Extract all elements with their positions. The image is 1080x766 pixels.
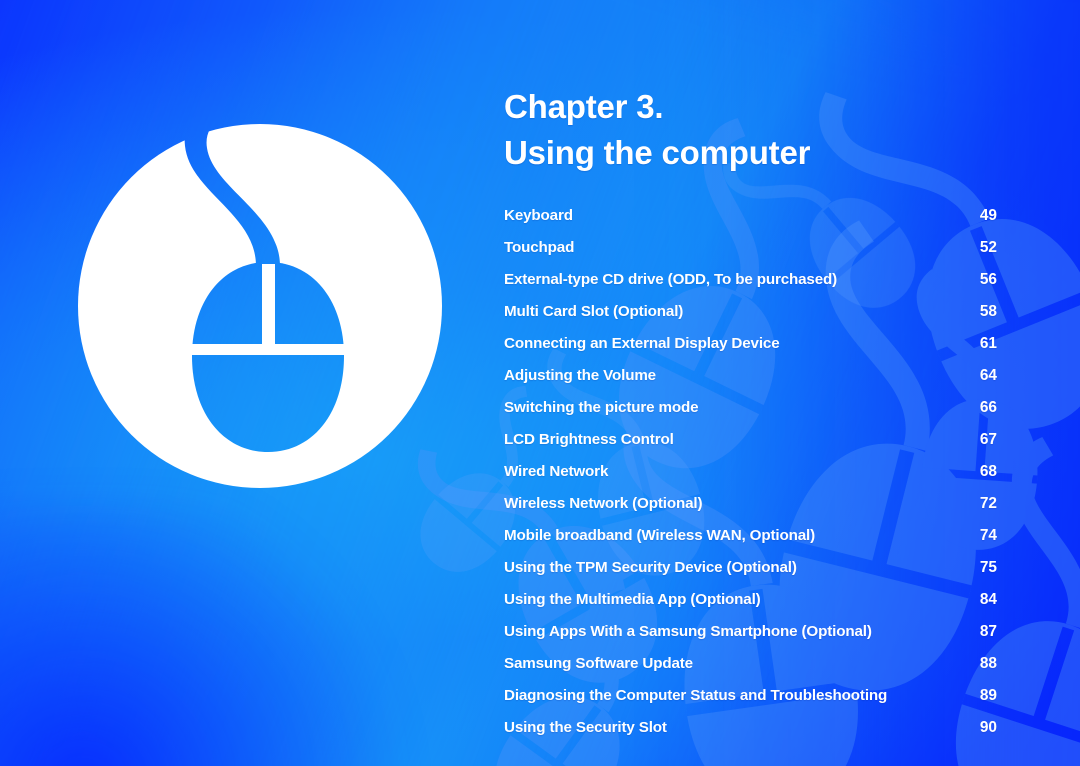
toc-entry-page-number: 87	[979, 623, 997, 640]
toc-entry-page-number: 56	[979, 271, 997, 288]
page-title: Chapter 3. Using the computer	[504, 84, 1004, 176]
toc-entry[interactable]: Touchpad 52	[504, 232, 997, 264]
toc-entry-page-number: 74	[979, 527, 997, 544]
toc-entry-page-number: 72	[979, 495, 997, 512]
toc-entry-label: Diagnosing the Computer Status and Troub…	[504, 687, 888, 704]
toc-entry-label: Keyboard	[504, 207, 573, 224]
toc-entry-label: Using the Multimedia App (Optional)	[504, 591, 761, 608]
table-of-contents: Keyboard 49 Touchpad 52 External-type CD dri…	[504, 200, 997, 744]
toc-entry-label: Multi Card Slot (Optional)	[504, 303, 684, 320]
emblem-mouse-buttons	[70, 118, 450, 496]
toc-entry-page-number: 52	[979, 239, 997, 256]
toc-entry[interactable]: Switching the picture mode 66	[504, 392, 997, 424]
toc-entry[interactable]: Wired Network 68	[504, 456, 997, 488]
toc-entry[interactable]: External-type CD drive (ODD, To be purch…	[504, 264, 997, 296]
toc-entry-label: Connecting an External Display Device	[504, 335, 780, 352]
toc-entry[interactable]: Using the Security Slot 90	[504, 712, 997, 744]
toc-entry-label: Wireless Network (Optional)	[504, 495, 703, 512]
toc-entry-label: Samsung Software Update	[504, 655, 693, 672]
toc-entry-page-number: 75	[979, 559, 997, 576]
toc-entry-page-number: 49	[979, 207, 997, 224]
mouse-circle-emblem	[70, 118, 450, 496]
toc-entry[interactable]: Adjusting the Volume 64	[504, 360, 997, 392]
toc-entry-label: Touchpad	[504, 239, 575, 256]
toc-entry-label: Switching the picture mode	[504, 399, 699, 416]
toc-entry-label: Mobile broadband (Wireless WAN, Optional…	[504, 527, 815, 544]
toc-entry-page-number: 67	[979, 431, 997, 448]
chapter-content: Chapter 3. Using the computer Keyboard 49…	[504, 84, 1004, 744]
toc-entry-page-number: 58	[979, 303, 997, 320]
toc-entry[interactable]: Multi Card Slot (Optional) 58	[504, 296, 997, 328]
toc-entry-label: Using the Security Slot	[504, 719, 667, 736]
toc-entry-page-number: 88	[979, 655, 997, 672]
toc-entry[interactable]: Diagnosing the Computer Status and Troub…	[504, 680, 997, 712]
toc-entry[interactable]: Using the Multimedia App (Optional) 84	[504, 584, 997, 616]
toc-entry[interactable]: Connecting an External Display Device 61	[504, 328, 997, 360]
toc-entry-page-number: 61	[979, 335, 997, 352]
toc-entry-page-number: 89	[979, 687, 997, 704]
chapter-cover-page: Chapter 3. Using the computer Keyboard 49…	[0, 0, 1080, 766]
toc-entry[interactable]: Wireless Network (Optional) 72	[504, 488, 997, 520]
toc-entry-label: Using the TPM Security Device (Optional)	[504, 559, 797, 576]
toc-entry-label: LCD Brightness Control	[504, 431, 674, 448]
toc-entry-label: External-type CD drive (ODD, To be purch…	[504, 271, 838, 288]
toc-entry[interactable]: LCD Brightness Control 67	[504, 424, 997, 456]
chapter-number-label: Chapter 3.	[504, 88, 664, 125]
chapter-title-label: Using the computer	[504, 134, 811, 171]
toc-entry-label: Wired Network	[504, 463, 609, 480]
toc-entry[interactable]: Samsung Software Update 88	[504, 648, 997, 680]
toc-entry-page-number: 64	[979, 367, 997, 384]
toc-entry[interactable]: Using the TPM Security Device (Optional)…	[504, 552, 997, 584]
toc-entry-page-number: 68	[979, 463, 997, 480]
toc-entry-label: Adjusting the Volume	[504, 367, 656, 384]
toc-entry-page-number: 90	[979, 719, 997, 736]
toc-entry[interactable]: Keyboard 49	[504, 200, 997, 232]
toc-entry-page-number: 66	[979, 399, 997, 416]
toc-entry[interactable]: Using Apps With a Samsung Smartphone (Op…	[504, 616, 997, 648]
toc-entry-page-number: 84	[979, 591, 997, 608]
toc-entry[interactable]: Mobile broadband (Wireless WAN, Optional…	[504, 520, 997, 552]
toc-entry-label: Using Apps With a Samsung Smartphone (Op…	[504, 623, 872, 640]
